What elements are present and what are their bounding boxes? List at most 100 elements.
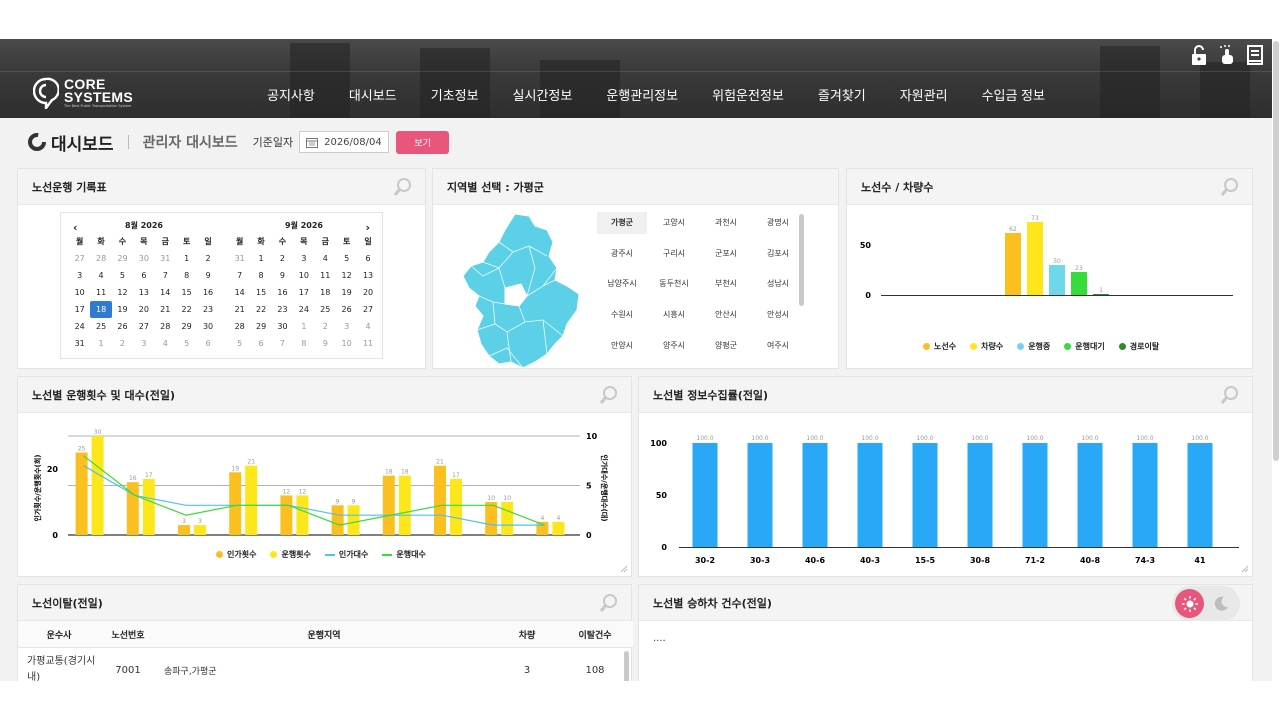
col-count[interactable]: 이탈건수 bbox=[562, 628, 628, 641]
calendar-day[interactable]: 1 bbox=[176, 250, 197, 267]
calendar-day[interactable]: 6 bbox=[133, 267, 154, 284]
calendar-day[interactable]: 13 bbox=[357, 267, 378, 284]
calendar-day[interactable]: 5 bbox=[336, 250, 357, 267]
calendar-day[interactable]: 7 bbox=[272, 335, 293, 352]
region-item[interactable]: 과천시 bbox=[701, 212, 751, 243]
col-vehicles[interactable]: 차량 bbox=[492, 628, 562, 641]
resize-handle-icon[interactable] bbox=[1241, 565, 1249, 573]
calendar-day[interactable]: 3 bbox=[69, 267, 90, 284]
legend-item[interactable]: 경로이탈 bbox=[1118, 341, 1159, 352]
calendar-day[interactable]: 2 bbox=[197, 250, 218, 267]
calendar-day[interactable]: 6 bbox=[197, 335, 218, 352]
calendar-day[interactable]: 11 bbox=[357, 335, 378, 352]
region-item[interactable]: 안양시 bbox=[597, 335, 647, 366]
calendar-day[interactable]: 28 bbox=[229, 318, 250, 335]
calendar-day[interactable]: 24 bbox=[293, 301, 314, 318]
calendar-day[interactable]: 10 bbox=[69, 284, 90, 301]
nav-resources[interactable]: 자원관리 bbox=[883, 85, 965, 105]
calendar-day[interactable]: 15 bbox=[250, 284, 271, 301]
table-row[interactable]: 가평교통(경기시내) 7001 송파구,가평군 3 108 bbox=[18, 648, 633, 681]
logo[interactable]: CORE SYSTEMS The Best Public Transportat… bbox=[33, 77, 133, 109]
region-item[interactable]: 남양주시 bbox=[597, 273, 647, 304]
resize-handle-icon[interactable] bbox=[620, 565, 628, 573]
calendar-day[interactable]: 31 bbox=[69, 335, 90, 352]
calendar-day[interactable]: 13 bbox=[133, 284, 154, 301]
legend-item[interactable]: 인가횟수 bbox=[216, 549, 256, 560]
region-item[interactable]: 김포시 bbox=[753, 243, 802, 274]
calendar-day[interactable]: 21 bbox=[229, 301, 250, 318]
unlock-icon[interactable] bbox=[1190, 44, 1208, 66]
calendar-day[interactable]: 10 bbox=[293, 267, 314, 284]
page-scrollbar[interactable] bbox=[1272, 39, 1280, 681]
calendar-day[interactable]: 28 bbox=[155, 318, 176, 335]
search-icon[interactable] bbox=[1220, 177, 1240, 197]
nav-dashboard[interactable]: 대시보드 bbox=[332, 85, 414, 105]
book-icon[interactable] bbox=[1246, 44, 1264, 66]
col-route[interactable]: 노선번호 bbox=[100, 628, 156, 641]
legend-item[interactable]: 운행대기 bbox=[1064, 341, 1105, 352]
gyeonggi-map[interactable] bbox=[463, 212, 581, 370]
calendar-day[interactable]: 21 bbox=[155, 301, 176, 318]
calendar-day[interactable]: 12 bbox=[112, 284, 133, 301]
region-item[interactable]: 안산시 bbox=[701, 304, 751, 335]
calendar-day[interactable]: 9 bbox=[197, 267, 218, 284]
calendar-day[interactable]: 1 bbox=[250, 250, 271, 267]
calendar-day[interactable]: 5 bbox=[112, 267, 133, 284]
calendar-day[interactable]: 8 bbox=[250, 267, 271, 284]
calendar-day[interactable]: 3 bbox=[336, 318, 357, 335]
calendar-icon[interactable] bbox=[306, 137, 319, 148]
calendar-day[interactable]: 8 bbox=[176, 267, 197, 284]
region-item[interactable]: 부천시 bbox=[701, 273, 751, 304]
calendar-day[interactable]: 5 bbox=[176, 335, 197, 352]
calendar-day[interactable]: 22 bbox=[250, 301, 271, 318]
moon-icon[interactable] bbox=[1212, 595, 1230, 613]
calendar-day[interactable]: 29 bbox=[112, 250, 133, 267]
legend-item[interactable]: 인가대수 bbox=[324, 549, 368, 560]
region-item[interactable]: 양주시 bbox=[649, 335, 699, 366]
calendar-day[interactable]: 17 bbox=[69, 301, 90, 318]
calendar-day[interactable]: 9 bbox=[272, 267, 293, 284]
nav-favorites[interactable]: 즐겨찾기 bbox=[801, 85, 883, 105]
calendar-day[interactable]: 2 bbox=[112, 335, 133, 352]
calendar-day[interactable]: 30 bbox=[197, 318, 218, 335]
legend-item[interactable]: 운행대수 bbox=[382, 549, 426, 560]
legend-item[interactable]: 차량수 bbox=[970, 341, 1003, 352]
calendar-day[interactable]: 2 bbox=[272, 250, 293, 267]
region-item[interactable]: 군포시 bbox=[701, 243, 751, 274]
calendar-day[interactable]: 29 bbox=[176, 318, 197, 335]
region-item[interactable]: 안성시 bbox=[753, 304, 802, 335]
calendar-day[interactable]: 4 bbox=[90, 267, 111, 284]
calendar-day[interactable]: 10 bbox=[336, 335, 357, 352]
calendar-day[interactable]: 24 bbox=[69, 318, 90, 335]
calendar-day[interactable]: 14 bbox=[229, 284, 250, 301]
calendar-day[interactable]: 26 bbox=[336, 301, 357, 318]
calendar-day[interactable]: 31 bbox=[155, 250, 176, 267]
search-icon[interactable] bbox=[599, 593, 619, 613]
calendar-day[interactable]: 6 bbox=[250, 335, 271, 352]
region-item[interactable]: 성남시 bbox=[753, 273, 802, 304]
nav-operation[interactable]: 운행관리정보 bbox=[589, 85, 695, 105]
calendar-day[interactable]: 23 bbox=[272, 301, 293, 318]
col-area[interactable]: 운행지역 bbox=[156, 628, 492, 641]
region-item[interactable]: 수원시 bbox=[597, 304, 647, 335]
calendar-day[interactable]: 17 bbox=[293, 284, 314, 301]
nav-risk-driving[interactable]: 위험운전정보 bbox=[695, 85, 801, 105]
calendar-day[interactable]: 28 bbox=[90, 250, 111, 267]
calendar-day[interactable]: 19 bbox=[112, 301, 133, 318]
calendar-day[interactable]: 27 bbox=[133, 318, 154, 335]
nav-notice[interactable]: 공지사항 bbox=[250, 85, 332, 105]
calendar-day[interactable]: 25 bbox=[315, 301, 336, 318]
calendar-day[interactable]: 9 bbox=[315, 335, 336, 352]
calendar-day[interactable]: 11 bbox=[315, 267, 336, 284]
touch-icon[interactable] bbox=[1218, 44, 1236, 66]
nav-realtime[interactable]: 실시간정보 bbox=[496, 85, 590, 105]
legend-item[interactable]: 운행중 bbox=[1017, 341, 1050, 352]
calendar-day[interactable]: 5 bbox=[229, 335, 250, 352]
calendar-day[interactable]: 27 bbox=[357, 301, 378, 318]
calendar-day[interactable]: 16 bbox=[272, 284, 293, 301]
calendar-day[interactable]: 26 bbox=[112, 318, 133, 335]
col-company[interactable]: 운수사 bbox=[18, 628, 100, 641]
region-item[interactable]: 동두천시 bbox=[649, 273, 699, 304]
nav-revenue[interactable]: 수입금 정보 bbox=[965, 85, 1062, 105]
calendar-day[interactable]: 20 bbox=[133, 301, 154, 318]
